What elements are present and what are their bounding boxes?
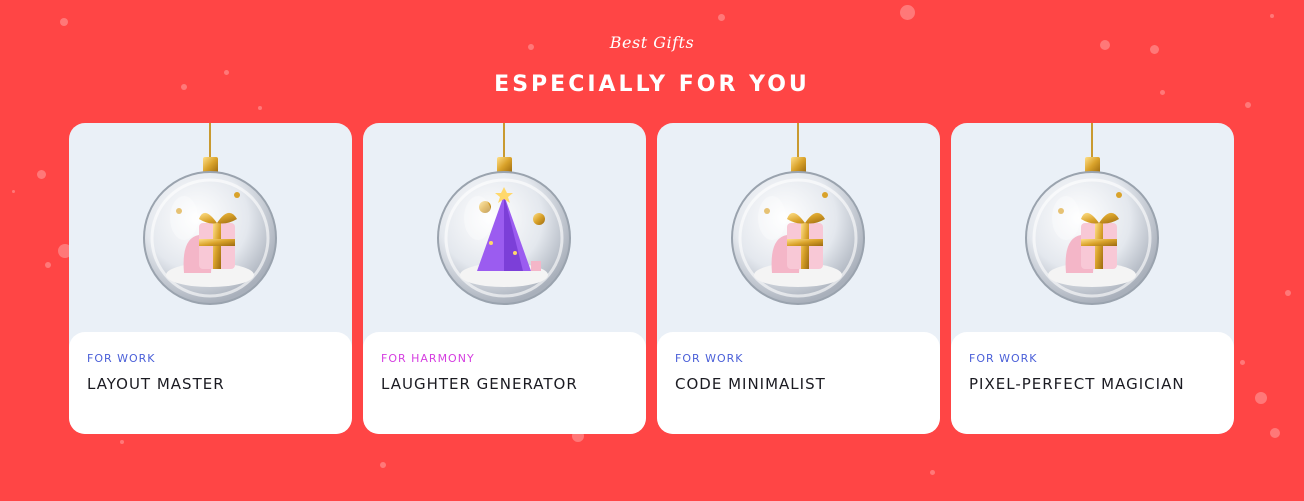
gift-card-body: FOR WORK LAYOUT MASTER (69, 332, 352, 434)
snow-dot (37, 170, 46, 179)
snow-dot (1240, 360, 1245, 365)
snow-dot (1245, 102, 1251, 108)
gift-ornament-image (657, 123, 940, 338)
gift-name: LAYOUT MASTER (87, 375, 225, 393)
snow-dot (60, 18, 68, 26)
gift-card[interactable]: FOR WORK CODE MINIMALIST (657, 123, 940, 434)
snow-dot (1255, 392, 1267, 404)
gift-card[interactable]: FOR WORK PIXEL-PERFECT MAGICIAN (951, 123, 1234, 434)
gift-card[interactable]: FOR WORK LAYOUT MASTER (69, 123, 352, 434)
snow-dot (120, 440, 124, 444)
gift-card-body: FOR HARMONY LAUGHTER GENERATOR (363, 332, 646, 434)
snow-dot (930, 470, 935, 475)
gift-card-list: FOR WORK LAYOUT MASTER FOR HARMONY LAUGH… (69, 123, 1234, 434)
gift-ornament-image (951, 123, 1234, 338)
gift-ornament-image (69, 123, 352, 338)
gift-category-tag: FOR HARMONY (381, 352, 475, 365)
snow-dot (1270, 428, 1280, 438)
gifts-section: Best Gifts ESPECIALLY FOR YOU FOR WORK L… (0, 0, 1304, 501)
gift-name: CODE MINIMALIST (675, 375, 826, 393)
gift-card-body: FOR WORK PIXEL-PERFECT MAGICIAN (951, 332, 1234, 434)
section-subtitle: Best Gifts (609, 33, 695, 52)
snow-dot (258, 106, 262, 110)
section-title: ESPECIALLY FOR YOU (494, 72, 810, 97)
tree-ornament-image (363, 123, 646, 338)
gift-card-body: FOR WORK CODE MINIMALIST (657, 332, 940, 434)
gift-name: PIXEL-PERFECT MAGICIAN (969, 375, 1185, 393)
gift-category-tag: FOR WORK (675, 352, 744, 365)
snow-dot (718, 14, 725, 21)
snow-dot (380, 462, 386, 468)
snow-dot (12, 190, 15, 193)
snow-dot (1285, 290, 1291, 296)
snow-dot (1270, 14, 1274, 18)
snow-dot (45, 262, 51, 268)
gift-category-tag: FOR WORK (87, 352, 156, 365)
gift-name: LAUGHTER GENERATOR (381, 375, 578, 393)
snow-dot (900, 5, 915, 20)
gift-category-tag: FOR WORK (969, 352, 1038, 365)
gift-card[interactable]: FOR HARMONY LAUGHTER GENERATOR (363, 123, 646, 434)
